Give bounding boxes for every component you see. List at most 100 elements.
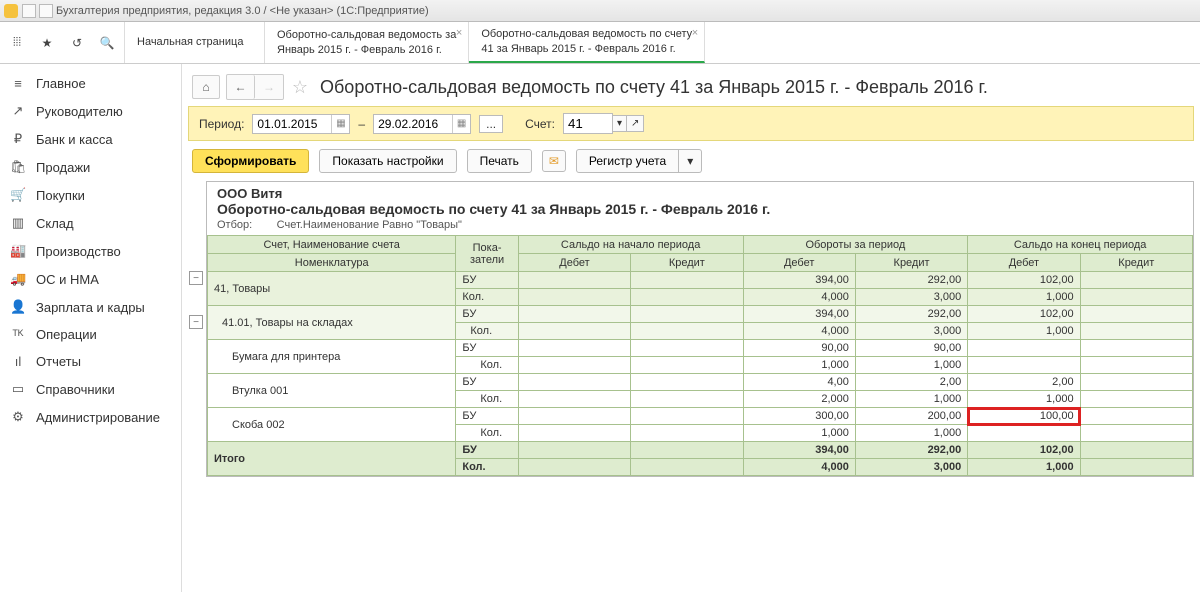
- sidebar-item[interactable]: ᵀᴷ Операции: [0, 321, 181, 348]
- sidebar-icon: ₽: [10, 131, 26, 147]
- account-input[interactable]: [563, 113, 613, 134]
- favorite-icon[interactable]: ☆: [290, 77, 310, 97]
- tabs: Начальная страница Оборотно-сальдовая ве…: [125, 22, 1200, 63]
- tab-sublabel: Январь 2015 г. - Февраль 2016 г.: [277, 43, 456, 57]
- home-button[interactable]: ⌂: [192, 75, 220, 99]
- sidebar-icon: ⚙: [10, 409, 26, 425]
- content: ⌂ ← → ☆ Оборотно-сальдовая ведомость по …: [182, 64, 1200, 592]
- calendar-icon[interactable]: ▦: [331, 115, 349, 133]
- forward-button[interactable]: →: [255, 75, 283, 99]
- sidebar-label: ОС и НМА: [36, 272, 99, 287]
- close-icon[interactable]: ×: [692, 26, 698, 40]
- window-titlebar: Бухгалтерия предприятия, редакция 3.0 / …: [0, 0, 1200, 22]
- sidebar-item[interactable]: ▥Склад: [0, 209, 181, 237]
- sidebar-label: Администрирование: [36, 410, 160, 425]
- tab-label: Оборотно-сальдовая ведомость по счету: [481, 27, 692, 41]
- form-button[interactable]: Сформировать: [192, 149, 309, 173]
- settings-button[interactable]: Показать настройки: [319, 149, 456, 173]
- sidebar-item[interactable]: ₽ Банк и касса: [0, 125, 181, 153]
- dropdown-icon[interactable]: ▾: [613, 115, 627, 132]
- print-button[interactable]: Печать: [467, 149, 532, 173]
- sidebar-item[interactable]: 🛒 Покупки: [0, 181, 181, 209]
- page-title: Оборотно-сальдовая ведомость по счету 41…: [320, 77, 988, 98]
- collapse-button[interactable]: −: [189, 315, 203, 329]
- close-icon[interactable]: ×: [456, 26, 462, 40]
- date-from-input[interactable]: [253, 115, 331, 133]
- sidebar-item[interactable]: ≡Главное: [0, 70, 181, 97]
- sidebar-item[interactable]: ıl Отчеты: [0, 348, 181, 375]
- sidebar-icon: ᵀᴷ: [10, 327, 26, 342]
- search-icon[interactable]: 🔍: [98, 34, 116, 52]
- sidebar-icon: ≡: [10, 76, 26, 91]
- sidebar-label: Продажи: [36, 160, 90, 175]
- th-credit: Кредит: [631, 254, 743, 272]
- tab-label: Оборотно-сальдовая ведомость за: [277, 28, 456, 42]
- sidebar-label: Руководителю: [36, 104, 123, 119]
- sidebar: ≡Главное↗Руководителю ₽ Банк и касса 🛍 Прода…: [0, 64, 182, 592]
- table-row[interactable]: 41, ТоварыБУ394,00292,00102,00: [208, 272, 1193, 289]
- tab-report-1[interactable]: Оборотно-сальдовая ведомость за Январь 2…: [265, 22, 469, 63]
- open-icon[interactable]: ↗: [627, 115, 644, 132]
- th-turn: Обороты за период: [743, 236, 968, 254]
- tab-label: Начальная страница: [137, 35, 252, 49]
- apps-icon[interactable]: ⦙⦙⦙: [8, 34, 26, 52]
- table-row[interactable]: Втулка 001БУ4,002,002,00: [208, 374, 1193, 391]
- sidebar-icon: ▭: [10, 381, 26, 397]
- period-label: Период:: [199, 117, 244, 131]
- titlebar-btn[interactable]: [39, 4, 53, 18]
- collapse-button[interactable]: −: [189, 271, 203, 285]
- back-button[interactable]: ←: [227, 75, 255, 99]
- report-box: ООО Витя Оборотно-сальдовая ведомость по…: [206, 181, 1194, 477]
- th-debit: Дебет: [968, 254, 1080, 272]
- tab-report-2[interactable]: Оборотно-сальдовая ведомость по счету 41…: [469, 22, 705, 63]
- sidebar-label: Производство: [36, 244, 121, 259]
- th-end: Сальдо на конец периода: [968, 236, 1193, 254]
- top-row: ⦙⦙⦙ ★ ↺ 🔍 Начальная страница Оборотно-са…: [0, 22, 1200, 64]
- sidebar-item[interactable]: 🚚ОС и НМА: [0, 265, 181, 293]
- sidebar-icon: 👤: [10, 299, 26, 315]
- period-bar: Период: ▦ – ▦ ... Счет: ▾ ↗: [188, 106, 1194, 141]
- sidebar-item[interactable]: ↗Руководителю: [0, 97, 181, 125]
- sidebar-icon: 🛒: [10, 187, 26, 203]
- calendar-icon[interactable]: ▦: [452, 115, 470, 133]
- sidebar-item[interactable]: 🏭 Производство: [0, 237, 181, 265]
- sidebar-label: Покупки: [36, 188, 85, 203]
- date-from[interactable]: ▦: [252, 114, 350, 134]
- report-filter: Отбор: Счет.Наименование Равно "Товары": [217, 219, 1183, 231]
- quick-bar: ⦙⦙⦙ ★ ↺ 🔍: [0, 22, 125, 63]
- account-label: Счет:: [525, 117, 555, 131]
- date-to-input[interactable]: [374, 115, 452, 133]
- sidebar-icon: 🛍: [10, 159, 26, 175]
- th-indicators: Пока- затели: [456, 236, 518, 272]
- report-table: Счет, Наименование счета Пока- затели Са…: [207, 235, 1193, 476]
- history-icon[interactable]: ↺: [68, 34, 86, 52]
- tab-home[interactable]: Начальная страница: [125, 22, 265, 63]
- sidebar-label: Операции: [36, 327, 97, 342]
- sidebar-icon: ıl: [10, 354, 26, 369]
- table-row[interactable]: Бумага для принтераБУ90,0090,00: [208, 340, 1193, 357]
- sidebar-label: Банк и касса: [36, 132, 113, 147]
- sidebar-item[interactable]: 🛍 Продажи: [0, 153, 181, 181]
- register-button[interactable]: Регистр учета: [576, 149, 679, 173]
- window-title: Бухгалтерия предприятия, редакция 3.0 / …: [56, 5, 429, 17]
- mail-icon[interactable]: ✉: [542, 150, 566, 172]
- th-start: Сальдо на начало периода: [518, 236, 743, 254]
- dropdown-icon[interactable]: ▾: [679, 149, 702, 173]
- titlebar-btn[interactable]: [22, 4, 36, 18]
- th-credit: Кредит: [855, 254, 967, 272]
- table-row[interactable]: 41.01, Товары на складахБУ394,00292,0010…: [208, 306, 1193, 323]
- th-credit: Кредит: [1080, 254, 1192, 272]
- star-icon[interactable]: ★: [38, 34, 56, 52]
- sidebar-item[interactable]: ▭Справочники: [0, 375, 181, 403]
- date-to[interactable]: ▦: [373, 114, 471, 134]
- sidebar-item[interactable]: ⚙ Администрирование: [0, 403, 181, 431]
- sidebar-label: Отчеты: [36, 354, 81, 369]
- period-select-button[interactable]: ...: [479, 115, 503, 133]
- page-header: ⌂ ← → ☆ Оборотно-сальдовая ведомость по …: [182, 64, 1200, 106]
- dash: –: [358, 117, 365, 131]
- org-name: ООО Витя: [217, 186, 1183, 201]
- app-icon: [4, 4, 18, 18]
- sidebar-item[interactable]: 👤Зарплата и кадры: [0, 293, 181, 321]
- sidebar-icon: 🏭: [10, 243, 26, 259]
- table-row[interactable]: Скоба 002БУ300,00200,00100,00: [208, 408, 1193, 425]
